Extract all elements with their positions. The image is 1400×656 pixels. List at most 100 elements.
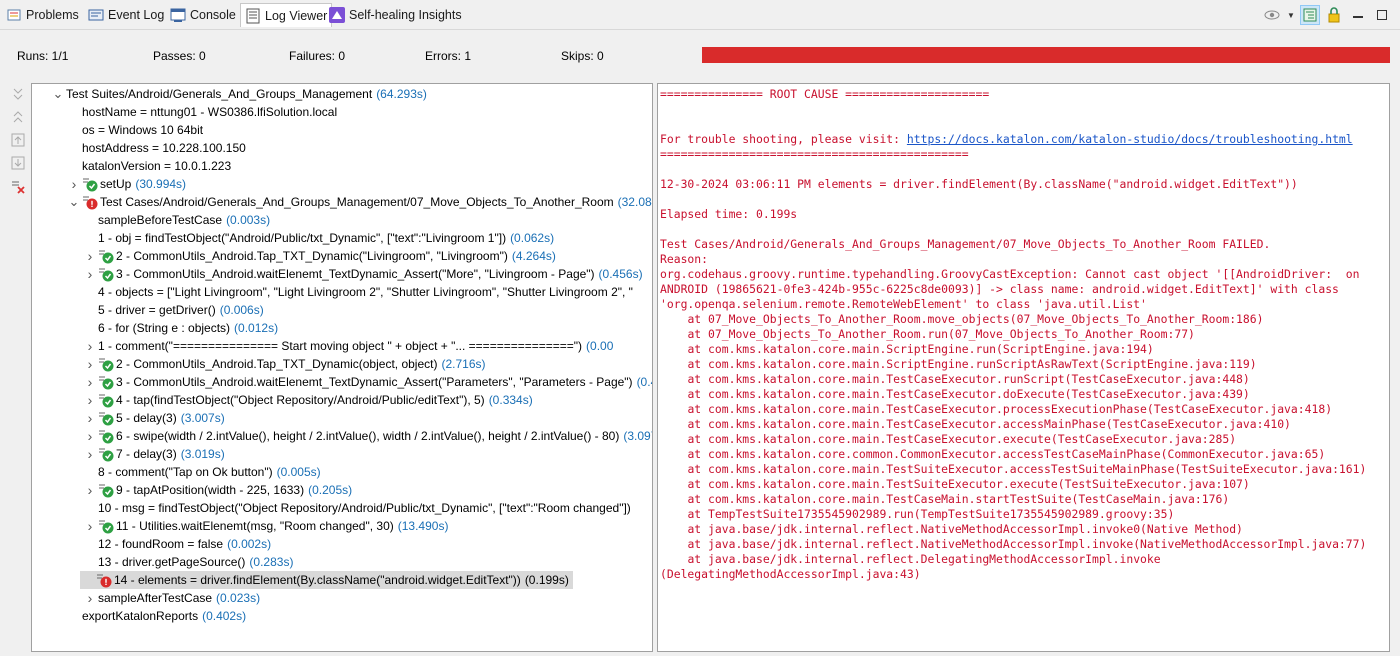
tab-event-log[interactable]: Event Log [88,5,164,25]
tree-node[interactable]: ⌄ Test Cases/Android/Generals_And_Groups_… [66,193,652,211]
chevron-right-icon[interactable]: › [82,355,98,373]
tree-node-duration: (3.019s) [180,447,225,461]
tree-node[interactable]: 8 - comment("Tap on Ok button") (0.005s) [82,463,321,481]
tab-log-viewer[interactable]: Log Viewer [240,3,333,27]
pass-icon [98,428,114,444]
chevron-right-icon[interactable]: › [82,337,98,355]
tree-node[interactable]: 6 - for (String e : objects) (0.012s) [82,319,278,337]
tree-node-label: 12 - foundRoom = false [98,537,224,551]
tree-view-icon [1302,7,1318,23]
chevron-right-icon[interactable]: › [82,481,98,499]
previous-failure-button[interactable] [8,130,28,150]
tree-node[interactable]: ⌄ Test Suites/Android/Generals_And_Groups… [50,85,427,103]
tree-node[interactable]: › 3 - CommonUtils_Android.waitElenemt_Tex… [82,373,652,391]
tree-node[interactable]: › 7 - delay(3) (3.019s) [82,445,225,463]
maximize-button[interactable] [1372,5,1392,25]
stack-trace-line: at com.kms.katalon.core.main.TestCaseExe… [660,417,1291,431]
skips-count: Skips: 0 [561,49,604,63]
chevron-right-icon[interactable]: › [82,445,98,463]
tree-node[interactable]: hostAddress = 10.228.100.150 [66,139,246,157]
tree-node[interactable]: 4 - objects = ["Light Livingroom", "Ligh… [82,283,633,301]
tree-node[interactable]: 13 - driver.getPageSource() (0.283s) [82,553,293,571]
tree-node[interactable]: › 3 - CommonUtils_Android.waitElenemt_Tex… [82,265,643,283]
view-menu-button[interactable] [1262,5,1282,25]
chevron-right-icon[interactable]: › [82,265,98,283]
pass-icon [98,374,114,390]
tab-console[interactable]: Console [170,5,236,25]
stack-trace-line: at com.kms.katalon.core.main.ScriptEngin… [660,342,1154,356]
tree-node-duration: (0.006s) [219,303,264,317]
trouble-shooting-text: For trouble shooting, please visit: [660,132,907,146]
tree-node[interactable]: › 1 - comment("=============== Start movi… [82,337,614,355]
tree-node[interactable]: os = Windows 10 64bit [66,121,203,139]
tree-node[interactable]: katalonVersion = 10.0.1.223 [66,157,231,175]
elapsed-time: Elapsed time: 0.199s [660,207,798,221]
chevron-right-icon[interactable]: › [82,517,98,535]
tab-label: Console [190,8,236,22]
chevron-right-icon[interactable]: › [66,175,82,193]
show-failures-only-button[interactable] [8,176,28,196]
expand-all-button[interactable] [8,107,28,127]
tree-node[interactable]: › sampleAfterTestCase (0.023s) [82,589,260,607]
event-log-icon [88,7,104,23]
tree-node[interactable]: › 2 - CommonUtils_Android.Tap_TXT_Dynamic… [82,247,556,265]
tree-node[interactable]: › 6 - swipe(width / 2.intValue(), height … [82,427,652,445]
tree-node[interactable]: 12 - foundRoom = false (0.002s) [82,535,271,553]
chevron-right-icon[interactable]: › [82,247,98,265]
chevron-right-icon[interactable]: › [82,427,98,445]
eye-icon [1264,7,1280,23]
log-viewer-icon [245,8,261,24]
pass-icon [98,356,114,372]
chevron-right-icon[interactable]: › [82,409,98,427]
tree-node[interactable]: 10 - msg = findTestObject("Object Reposi… [82,499,631,517]
minimize-button[interactable] [1348,5,1368,25]
tree-node[interactable]: › 2 - CommonUtils_Android.Tap_TXT_Dynamic… [82,355,486,373]
tab-problems[interactable]: Problems [6,5,79,25]
tree-node[interactable]: hostName = nttung01 - WS0386.lfiSolution… [66,103,337,121]
tree-node-label: 5 - delay(3) [116,411,177,425]
tree-node-label: 11 - Utilities.waitElenemt(msg, "Room ch… [116,519,394,533]
tree-node-label: 5 - driver = getDriver() [98,303,216,317]
view-tab-bar: Problems Event Log Console Log Viewer Se… [0,0,1400,30]
tree-node[interactable]: exportKatalonReports (0.402s) [66,607,246,625]
tree-node[interactable]: 14 - elements = driver.findElement(By.cl… [80,571,573,589]
failed-line: Test Cases/Android/Generals_And_Groups_M… [660,237,1271,251]
tree-node[interactable]: › 9 - tapAtPosition(width - 225, 1633) (0.… [82,481,352,499]
lock-button[interactable] [1324,5,1344,25]
tree-node[interactable]: › 5 - delay(3) (3.007s) [82,409,225,427]
expand-all-icon [10,109,26,125]
chevron-down-icon[interactable]: ⌄ [50,87,66,100]
tree-node-label: sampleAfterTestCase [98,591,213,605]
tree-node[interactable]: › 11 - Utilities.waitElenemt(msg, "Room c… [82,517,449,535]
tree-node[interactable]: 5 - driver = getDriver() (0.006s) [82,301,264,319]
root-cause-header: =============== ROOT CAUSE =============… [660,87,990,101]
tree-node[interactable]: › 4 - tap(findTestObject("Object Reposito… [82,391,533,409]
next-failure-button[interactable] [8,153,28,173]
timestamp-line: 12-30-2024 03:06:11 PM elements = driver… [660,177,1298,191]
error-icon [96,572,112,588]
pass-icon [98,392,114,408]
minimize-icon [1353,16,1363,18]
chevron-right-icon[interactable]: › [82,373,98,391]
tree-node-duration: (0.456s) [598,267,643,281]
tree-node-label: 8 - comment("Tap on Ok button") [98,465,273,479]
chevron-right-icon[interactable]: › [82,589,98,607]
exception-line: org.codehaus.groovy.runtime.typehandling… [660,267,1360,281]
tree-node-label: 2 - CommonUtils_Android.Tap_TXT_Dynamic(… [116,357,438,371]
chevron-right-icon[interactable]: › [82,391,98,409]
tree-node[interactable]: sampleBeforeTestCase (0.003s) [82,211,270,229]
chevron-down-icon[interactable]: ⌄ [66,195,82,208]
collapse-all-button[interactable] [8,84,28,104]
tree-view-toggle-button[interactable] [1300,5,1320,25]
tree-node-label: 7 - delay(3) [116,447,177,461]
tab-self-healing-insights[interactable]: Self-healing Insights [329,5,462,25]
tree-node-duration: (0.199s) [524,573,569,587]
dropdown-button[interactable]: ▼ [1286,5,1296,25]
errors-count: Errors: 1 [425,49,472,63]
tree-node[interactable]: › setUp (30.994s) [66,175,186,193]
stack-trace-line: at com.kms.katalon.core.main.TestCaseMai… [660,492,1230,506]
tree-node[interactable]: 1 - obj = findTestObject("Android/Public… [82,229,554,247]
troubleshooting-link[interactable]: https://docs.katalon.com/katalon-studio/… [907,132,1353,146]
lock-icon [1326,7,1342,23]
tree-node-duration: (0.334s) [488,393,533,407]
